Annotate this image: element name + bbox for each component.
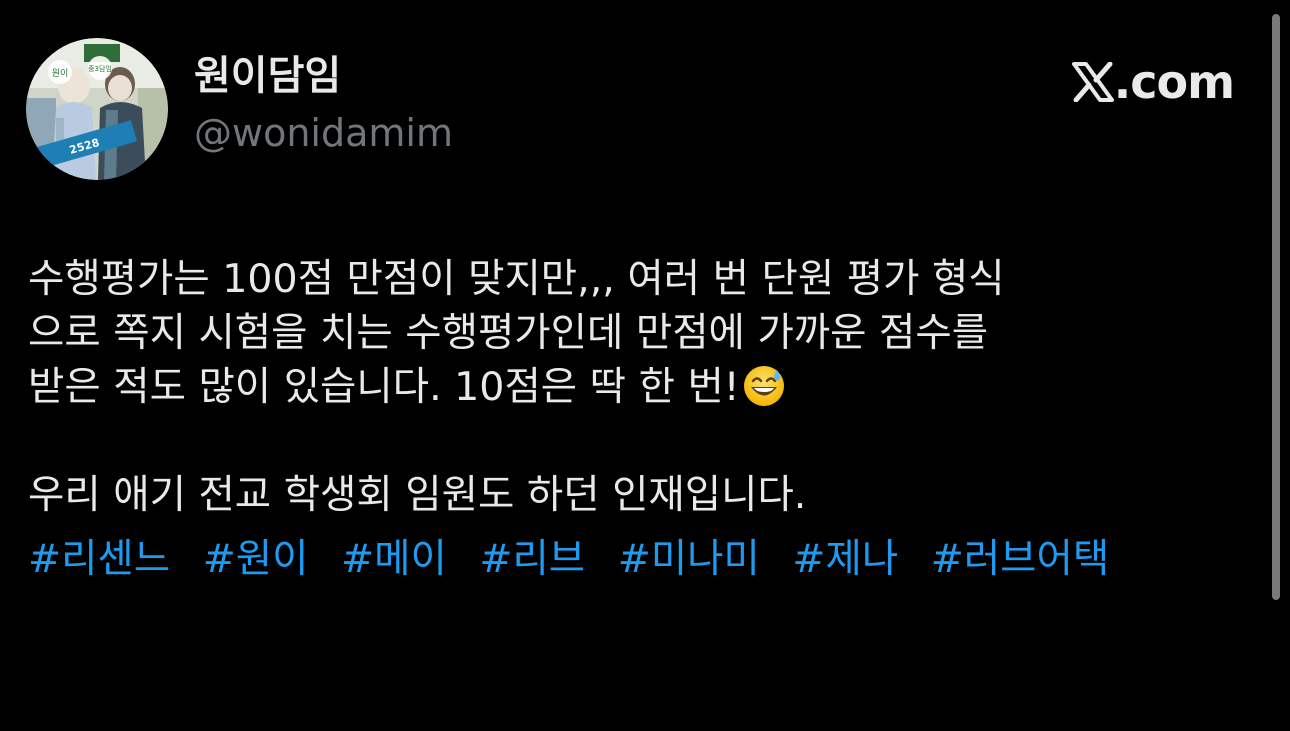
tweet-text-line-2: 으로 쪽지 시험을 치는 수행평가인데 만점에 가까운 점수를	[28, 310, 989, 356]
x-logo-link[interactable]: .com	[1071, 55, 1235, 110]
tweet-card: 원이 중3담임 2528 원이담임 @wonidamim .com 수행평가는 …	[0, 0, 1290, 731]
tweet-text-line-4: 우리 애기 전교 학생회 임원도 하던 인재입니다.	[28, 472, 807, 518]
scrollbar[interactable]	[1272, 14, 1280, 600]
user-handle[interactable]: @wonidamim	[194, 110, 453, 156]
grinning-face-with-sweat-icon	[742, 364, 786, 422]
x-domain-text: .com	[1113, 55, 1235, 109]
hashtag-list: #리센느 #원이 #메이 #리브 #미나미 #제나 #러브어택	[28, 532, 1258, 586]
tweet-text-line-3: 받은 적도 많이 있습니다. 10점은 딱 한 번!	[28, 360, 1258, 414]
author-names: 원이담임 @wonidamim	[194, 52, 453, 156]
hashtag-link[interactable]: #러브어택	[931, 536, 1109, 582]
tweet-text-line-3-text: 받은 적도 많이 있습니다. 10점은 딱 한 번!	[28, 364, 740, 410]
tweet-header: 원이 중3담임 2528 원이담임 @wonidamim .com	[26, 38, 1246, 180]
hashtag-link[interactable]: #원이	[203, 536, 309, 582]
tweet-text-line-1: 수행평가는 100점 만점이 맞지만,,, 여러 번 단원 평가 형식	[28, 256, 1005, 302]
hashtag-link[interactable]: #메이	[341, 536, 447, 582]
avatar-badge-right: 중3담임	[88, 64, 112, 73]
hashtag-link[interactable]: #제나	[792, 536, 898, 582]
avatar-badge-left: 원이	[52, 68, 69, 79]
tweet-text: 수행평가는 100점 만점이 맞지만,,, 여러 번 단원 평가 형식 으로 쪽…	[28, 252, 1258, 586]
hashtag-link[interactable]: #리브	[479, 536, 585, 582]
display-name[interactable]: 원이담임	[194, 52, 453, 100]
hashtag-link[interactable]: #미나미	[618, 536, 760, 582]
x-logo-icon	[1071, 61, 1114, 110]
profile-photo-icon: 원이 중3담임 2528	[26, 38, 168, 180]
hashtag-link[interactable]: #리센느	[28, 536, 170, 582]
avatar[interactable]: 원이 중3담임 2528	[26, 38, 168, 180]
